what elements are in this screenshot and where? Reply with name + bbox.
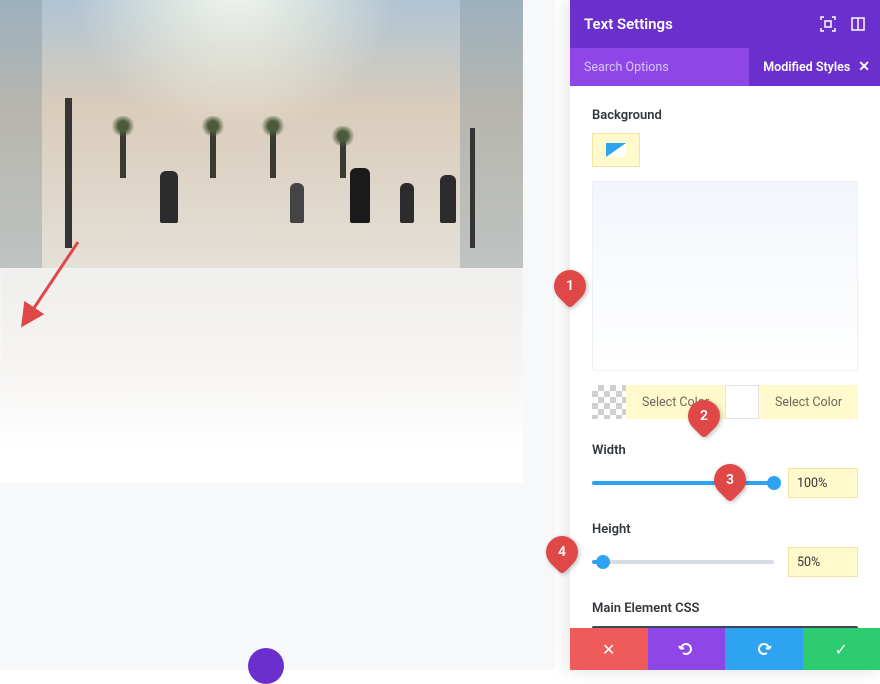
panel-footer: ✕ ✓ bbox=[570, 628, 880, 670]
css-editor[interactable]: 1position: absolute !important; 2top: 50… bbox=[592, 626, 858, 628]
white-swatch-icon bbox=[725, 385, 759, 419]
color-picker-row: Select Color Select Color bbox=[592, 385, 858, 419]
close-filter-icon[interactable]: ✕ bbox=[858, 59, 870, 75]
panel-title: Text Settings bbox=[584, 15, 673, 33]
color-picker-2[interactable]: Select Color bbox=[725, 385, 858, 419]
height-value-input[interactable]: 50% bbox=[788, 547, 858, 577]
modified-styles-label: Modified Styles bbox=[763, 60, 850, 75]
module-add-button[interactable] bbox=[248, 648, 284, 684]
height-slider-thumb[interactable] bbox=[596, 555, 610, 569]
main-element-css-field: Main Element CSS 1position: absolute !im… bbox=[592, 601, 858, 628]
save-button[interactable]: ✓ bbox=[803, 628, 880, 670]
width-value-input[interactable]: 100% bbox=[788, 468, 858, 498]
panel-header: Text Settings bbox=[570, 0, 880, 48]
height-field: Height 50% bbox=[592, 522, 858, 577]
background-gradient-button[interactable] bbox=[592, 133, 640, 167]
width-label: Width bbox=[592, 443, 858, 458]
width-slider[interactable] bbox=[592, 481, 774, 485]
css-label: Main Element CSS bbox=[592, 601, 858, 616]
panel-tabs: Search Options Modified Styles ✕ bbox=[570, 48, 880, 86]
cancel-button[interactable]: ✕ bbox=[570, 628, 648, 670]
editor-canvas bbox=[0, 0, 555, 670]
search-options-tab[interactable]: Search Options bbox=[570, 60, 749, 75]
modified-styles-tab[interactable]: Modified Styles ✕ bbox=[749, 48, 880, 86]
expand-icon[interactable] bbox=[850, 16, 866, 32]
height-label: Height bbox=[592, 522, 858, 537]
width-slider-thumb[interactable] bbox=[767, 476, 781, 490]
redo-button[interactable] bbox=[725, 628, 803, 670]
focus-icon[interactable] bbox=[820, 16, 836, 32]
hero-image bbox=[0, 0, 523, 268]
panel-body: Background Select Color Select Color Wid… bbox=[570, 86, 880, 628]
reflection-overlay bbox=[0, 268, 523, 483]
height-slider[interactable] bbox=[592, 560, 774, 564]
settings-panel: Text Settings Search Options Modified St… bbox=[570, 0, 880, 670]
background-label: Background bbox=[592, 108, 858, 123]
undo-button[interactable] bbox=[648, 628, 726, 670]
select-color-2-label: Select Color bbox=[759, 395, 858, 410]
gradient-preview[interactable] bbox=[592, 181, 858, 371]
transparent-swatch-icon bbox=[592, 385, 626, 419]
